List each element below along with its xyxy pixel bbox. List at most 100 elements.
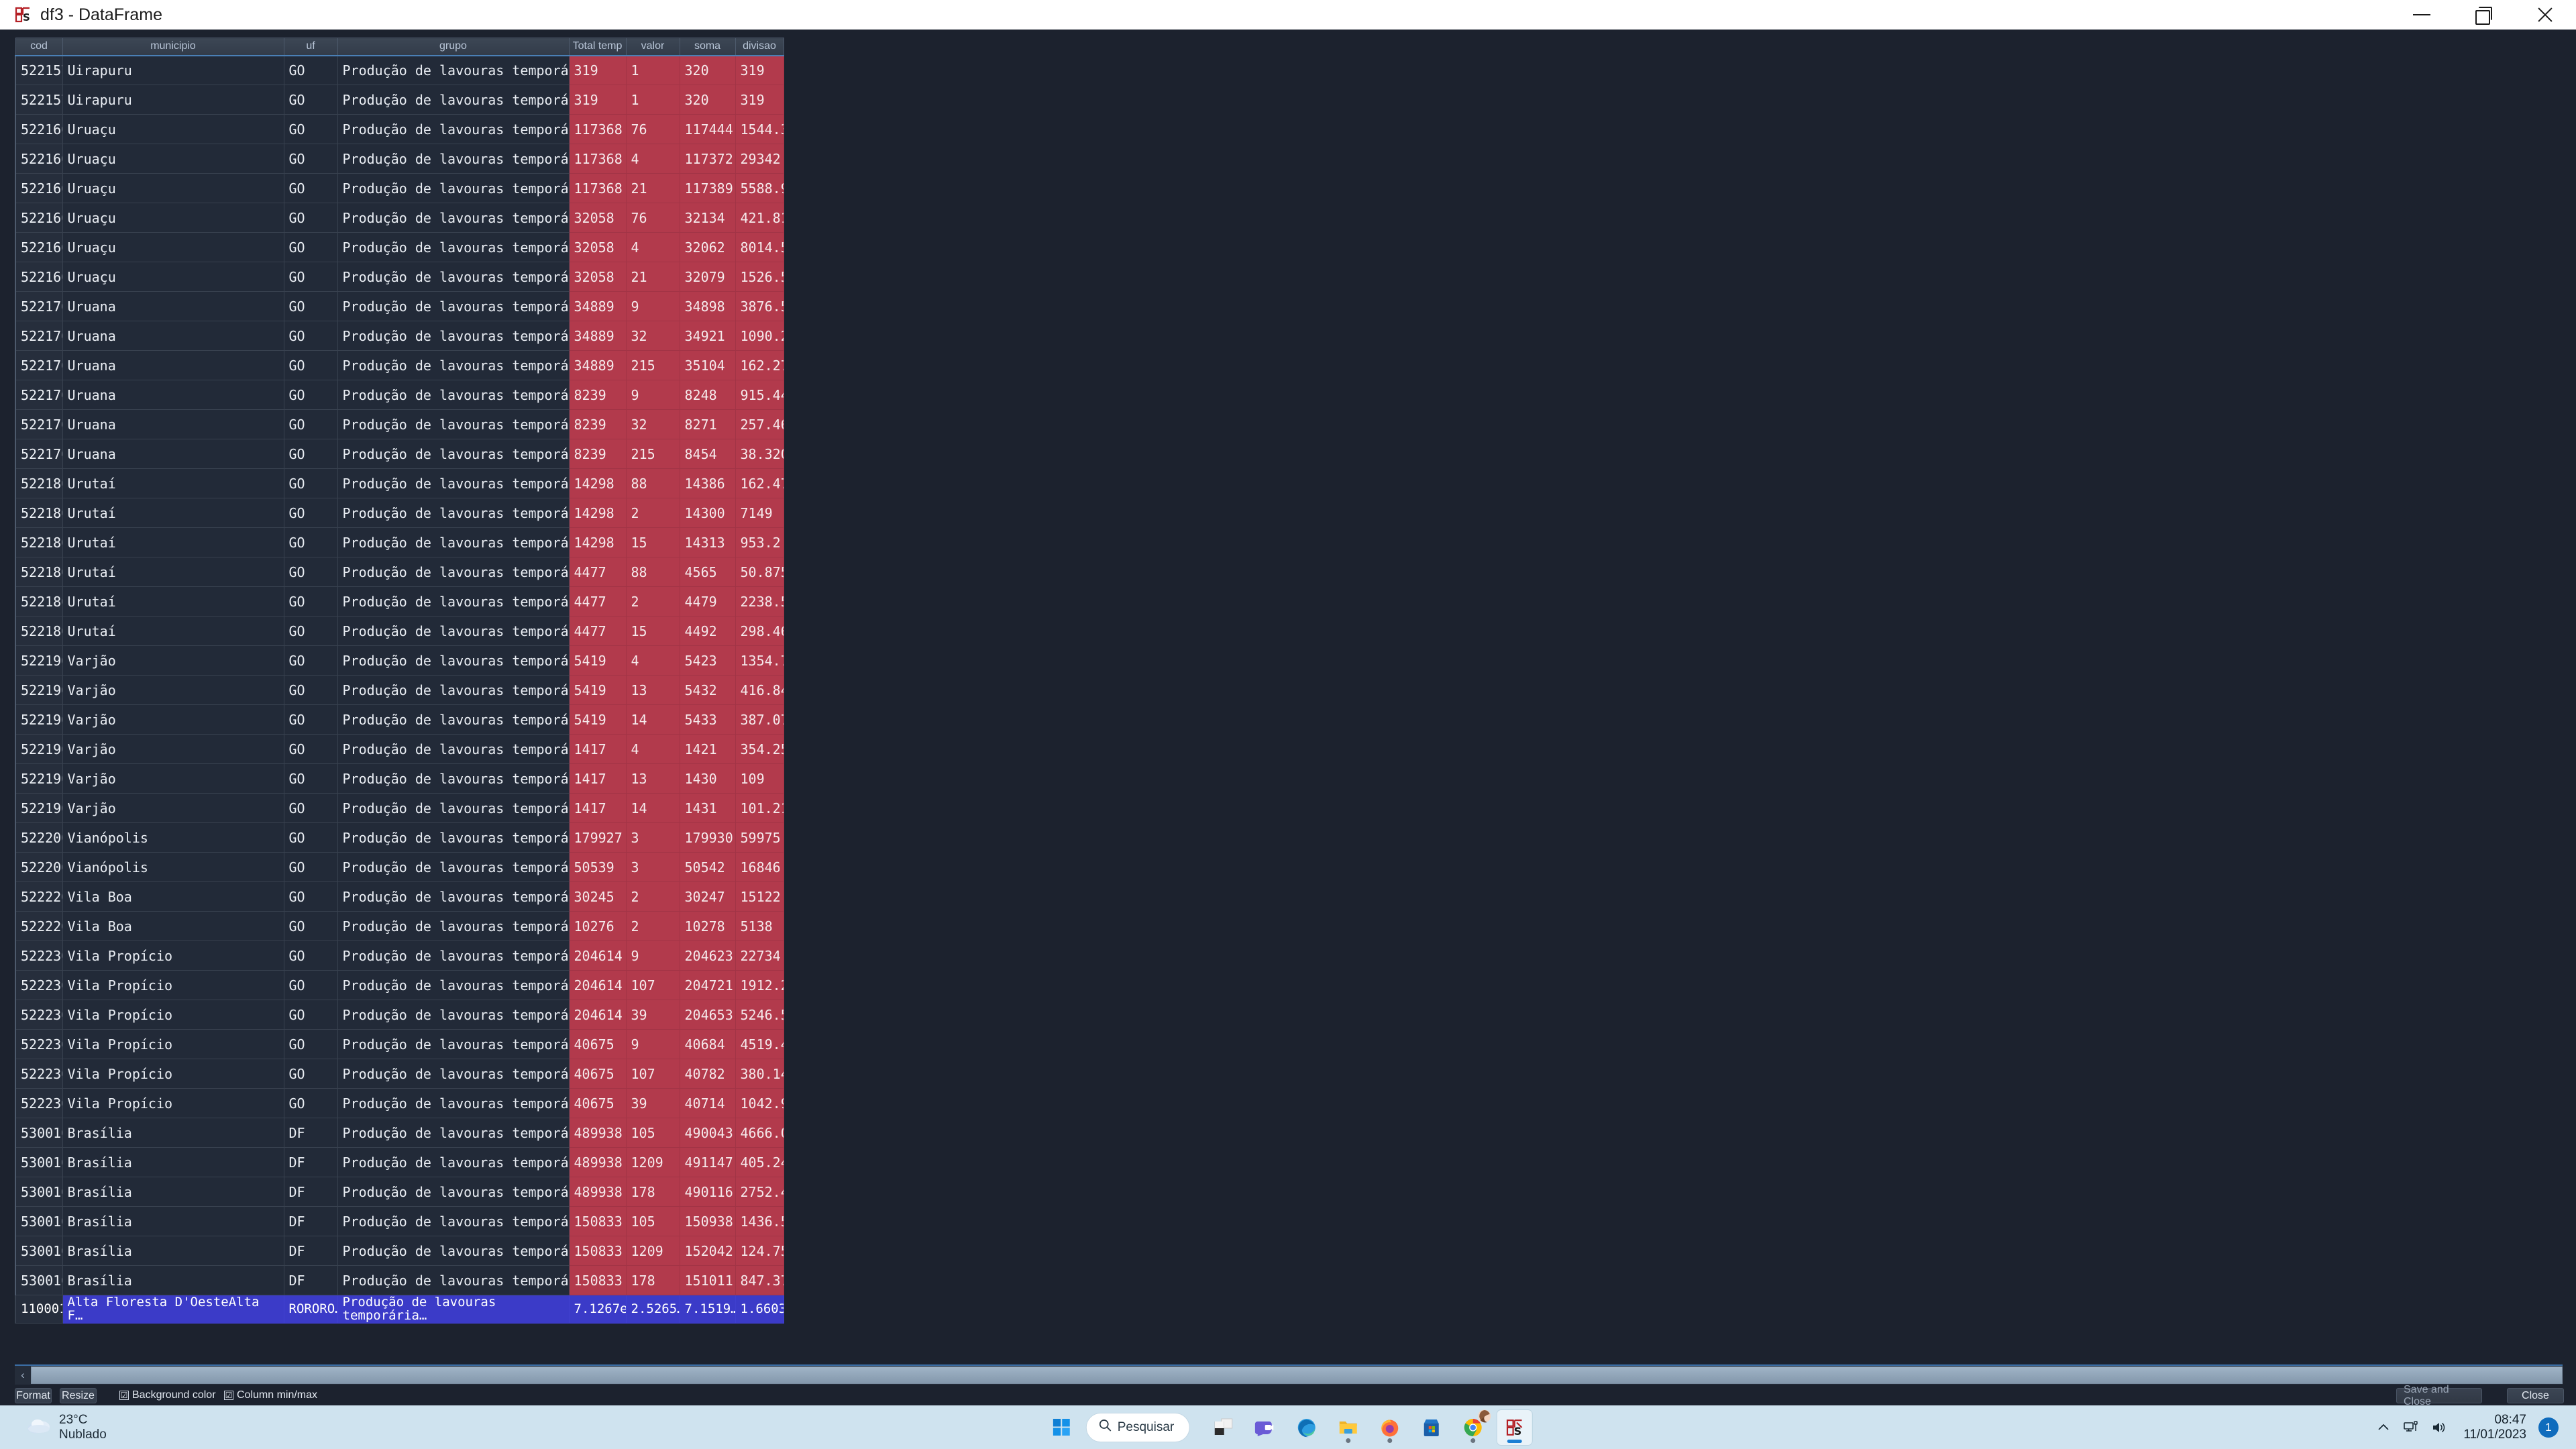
cell-valor[interactable]: 107 [625,970,680,1000]
cell-grupo[interactable]: Produção de lavouras temporárias [337,793,570,823]
cell-total-temp[interactable]: 10276 [568,911,627,941]
cell-valor[interactable]: 9 [625,941,680,971]
cell-municipio[interactable]: Alta Floresta D'OesteAlta F… [62,1295,284,1324]
cell-municipio[interactable]: Uruana [62,321,284,351]
cell-grupo[interactable]: Produção de lavouras temporárias [337,468,570,498]
restore-icon[interactable] [2453,0,2514,30]
table-row-selected[interactable]: 110001…Alta Floresta D'OesteAlta F…ROROR… [15,1295,784,1324]
cell-cod[interactable]: 5221908 [15,763,63,794]
cell-uf[interactable]: GO [283,409,338,439]
cell-cod[interactable]: 5221809 [15,468,63,498]
cell-municipio[interactable]: Urutaí [62,557,284,587]
cell-valor[interactable]: 88 [625,468,680,498]
cell-soma[interactable]: 1431 [679,793,736,823]
cell-soma[interactable]: 117389 [679,173,736,203]
cell-grupo[interactable]: Produção de lavouras temporárias [337,941,570,971]
cell-municipio[interactable]: Urutaí [62,468,284,498]
network-icon[interactable] [2403,1420,2419,1435]
cell-uf[interactable]: GO [283,1059,338,1089]
cell-municipio[interactable]: Vianópolis [62,852,284,882]
cell-cod[interactable]: 5300108 [15,1118,63,1148]
cell-valor[interactable]: 178 [625,1265,680,1295]
table-row[interactable]: 5221908VarjãoGOProdução de lavouras temp… [15,734,784,764]
cell-grupo[interactable]: Produção de lavouras temporárias [337,1265,570,1295]
cell-total-temp[interactable]: 14298 [568,527,627,557]
cell-divisao[interactable]: 2238.5 [735,586,784,616]
column-minmax-checkbox[interactable]: ☑ Column min/max [224,1389,317,1402]
table-row[interactable]: 5221908VarjãoGOProdução de lavouras temp… [15,793,784,823]
cell-cod[interactable]: 5221700 [15,380,63,410]
cell-uf[interactable]: GO [283,734,338,764]
cell-valor[interactable]: 105 [625,1118,680,1148]
cell-cod[interactable]: 5300108 [15,1206,63,1236]
cell-municipio[interactable]: Uruana [62,291,284,321]
cell-grupo[interactable]: Produção de lavouras temporárias [337,85,570,115]
cell-valor[interactable]: 1 [625,55,680,85]
column-header-uf[interactable]: uf [283,38,338,56]
cell-municipio[interactable]: Varjão [62,793,284,823]
cell-grupo[interactable]: Produção de lavouras temporárias [337,616,570,646]
cell-valor[interactable]: 2 [625,586,680,616]
cell-cod[interactable]: 5221577 [15,55,63,85]
cell-grupo[interactable]: Produção de lavouras temporárias [337,498,570,528]
cell-total-temp[interactable]: 34889 [568,291,627,321]
cell-cod[interactable]: 5221908 [15,704,63,735]
cell-valor[interactable]: 2 [625,881,680,912]
cell-uf[interactable]: GO [283,144,338,174]
cell-divisao[interactable]: 29342 [735,144,784,174]
cell-soma[interactable]: 35104 [679,350,736,380]
cell-uf[interactable]: GO [283,616,338,646]
cell-grupo[interactable]: Produção de lavouras temporárias [337,1000,570,1030]
table-row[interactable]: 5221809UrutaíGOProdução de lavouras temp… [15,586,784,616]
cell-uf[interactable]: GO [283,468,338,498]
cell-valor[interactable]: 76 [625,114,680,144]
table-row[interactable]: 5221700UruanaGOProdução de lavouras temp… [15,409,784,439]
cell-uf[interactable]: DF [283,1206,338,1236]
cell-total-temp[interactable]: 117368 [568,144,627,174]
cell-municipio[interactable]: Uruaçu [62,173,284,203]
cell-valor[interactable]: 105 [625,1206,680,1236]
cell-cod[interactable]: 5221809 [15,527,63,557]
cell-municipio[interactable]: Urutaí [62,498,284,528]
cell-soma[interactable]: 5423 [679,645,736,676]
cell-cod[interactable]: 5221700 [15,350,63,380]
table-row[interactable]: 5221601UruaçuGOProdução de lavouras temp… [15,232,784,262]
cell-divisao[interactable]: 319 [735,85,784,115]
cell-valor[interactable]: 21 [625,173,680,203]
cell-valor[interactable]: 32 [625,321,680,351]
cell-divisao[interactable]: 50.875 [735,557,784,587]
cell-uf[interactable]: GO [283,85,338,115]
cell-municipio[interactable]: Uirapuru [62,85,284,115]
cell-grupo[interactable]: Produção de lavouras temporárias [337,114,570,144]
scrollbar-thumb[interactable] [31,1366,2563,1384]
cell-grupo[interactable]: Produção de lavouras temporárias [337,409,570,439]
cell-municipio[interactable]: Uirapuru [62,55,284,85]
cell-cod[interactable]: 5221601 [15,262,63,292]
cell-cod[interactable]: 5222203 [15,911,63,941]
cell-divisao[interactable]: 101.214 [735,793,784,823]
cell-grupo[interactable]: Produção de lavouras temporárias [337,1118,570,1148]
cell-total-temp[interactable]: 40675 [568,1088,627,1118]
cell-divisao[interactable]: 5138 [735,911,784,941]
cell-uf[interactable]: GO [283,881,338,912]
cell-municipio[interactable]: Uruana [62,439,284,469]
taskview-icon[interactable] [1205,1410,1240,1445]
cell-cod[interactable]: 5221908 [15,645,63,676]
cell-valor[interactable]: 4 [625,232,680,262]
cell-valor[interactable]: 32 [625,409,680,439]
cell-soma[interactable]: 14300 [679,498,736,528]
cell-divisao[interactable]: 8014.5 [735,232,784,262]
cell-grupo[interactable]: Produção de lavouras temporárias [337,645,570,676]
cell-uf[interactable]: GO [283,498,338,528]
cell-cod[interactable]: 5221908 [15,675,63,705]
cell-divisao[interactable]: 421.816 [735,203,784,233]
chrome-icon[interactable] [1455,1409,1491,1445]
cell-uf[interactable]: GO [283,645,338,676]
cell-total-temp[interactable]: 1417 [568,763,627,794]
cell-soma[interactable]: 32062 [679,232,736,262]
close-icon[interactable] [2514,0,2576,30]
cell-uf[interactable]: DF [283,1265,338,1295]
cell-total-temp[interactable]: 489938 [568,1177,627,1207]
cell-soma[interactable]: 320 [679,85,736,115]
cell-municipio[interactable]: Vila Propício [62,970,284,1000]
